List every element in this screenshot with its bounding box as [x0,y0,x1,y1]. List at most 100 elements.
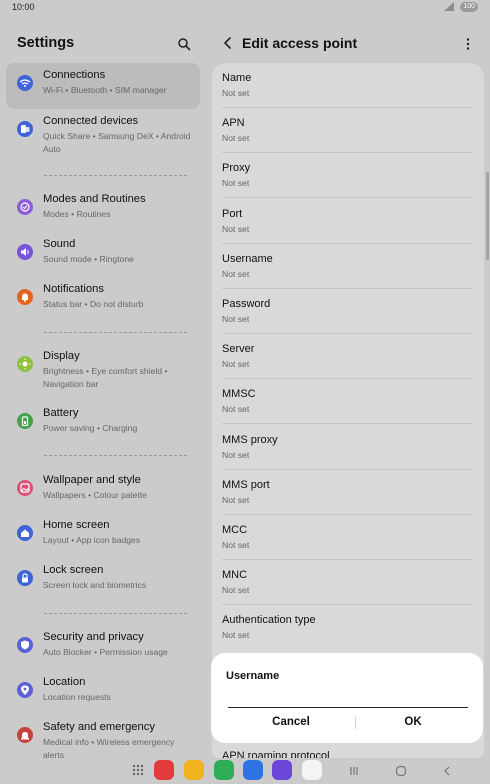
settings-item-subtitle: Layout • App icon badges [43,535,141,545]
apn-field-proxy[interactable]: Proxy Not set [222,162,472,188]
settings-item-battery[interactable]: Battery Power saving • Charging [6,401,200,439]
home-button-icon[interactable] [394,764,408,778]
field-separator [222,197,472,199]
wifi-icon [17,75,33,91]
field-value: Not set [222,630,250,641]
cancel-button[interactable]: Cancel [241,714,341,730]
apn-field-mmsc[interactable]: MMSC Not set [222,388,472,414]
apn-field-mms-proxy[interactable]: MMS proxy Not set [222,434,472,460]
status-time: 10:00 [12,2,35,12]
apn-field-authentication-type[interactable]: Authentication type Not set [222,614,472,640]
back-arrow-icon[interactable] [222,36,234,50]
button-divider [355,717,356,729]
ok-button[interactable]: OK [363,714,463,730]
phone-icon[interactable] [214,760,234,780]
app-drawer-icon[interactable] [128,760,148,780]
field-value: Not set [222,88,250,98]
more-options-icon[interactable] [464,37,472,51]
back-button-icon[interactable] [440,764,454,778]
apn-field-mcc[interactable]: MCC Not set [222,524,472,550]
field-label: MCC [222,524,248,536]
field-value: Not set [222,223,250,234]
location-icon [17,682,33,698]
settings-item-notifications[interactable]: Notifications Status bar • Do not disturb [6,277,200,315]
field-separator [222,604,472,606]
flipboard-icon[interactable] [154,760,174,780]
field-value: Not set [222,494,250,505]
devices-icon [17,121,33,137]
settings-item-subtitle: Sound mode • Ringtone [43,254,134,264]
my-files-icon[interactable] [184,760,204,780]
field-label: Name [222,72,252,84]
sound-icon [17,244,33,260]
field-separator [222,242,472,244]
apn-field-server[interactable]: Server Not set [222,343,472,369]
field-value: Not set [222,314,250,324]
field-label: Proxy [222,162,251,175]
apn-field-username[interactable]: Username Not set [222,253,472,279]
settings-item-connected-devices[interactable]: Connected devices Quick Share • Samsung D… [6,109,200,163]
field-label: Port [222,207,243,220]
settings-item-lock-screen[interactable]: Lock screen Screen lock and biometrics [6,558,200,596]
settings-item-title: Battery [43,407,79,419]
settings-item-connections[interactable]: Connections Wi-Fi • Bluetooth • SIM manag… [6,63,200,109]
apn-field-mms-port[interactable]: MMS port Not set [222,479,472,505]
apn-field-apn[interactable]: APN Not set [222,117,472,143]
settings-item-title: Connections [43,69,106,81]
field-separator [222,333,472,334]
field-separator [222,423,472,425]
settings-item-security-and-privacy[interactable]: Security and privacy Auto Blocker • Permi… [6,625,200,663]
bell-icon [17,289,33,305]
field-label: Password [222,298,271,310]
section-divider [44,455,187,456]
settings-item-modes-and-routines[interactable]: Modes and Routines Modes • Routines [6,187,200,225]
home-icon [17,525,33,541]
settings-item-subtitle: Quick Share • Samsung DeX • Android Auto [43,131,191,154]
settings-item-location[interactable]: Location Location requests [6,670,200,708]
field-separator [222,468,472,470]
settings-item-subtitle: Location requests [43,692,111,702]
shield-icon [17,637,33,653]
settings-item-title: Home screen [43,519,110,531]
settings-item-title: Security and privacy [43,631,144,643]
field-separator [222,513,472,515]
apn-field-roaming-protocol[interactable]: APN roaming protocol [222,750,472,758]
emergency-icon [17,727,33,743]
messages-icon[interactable] [243,760,263,780]
settings-item-title: Safety and emergency [43,721,155,733]
settings-item-sound[interactable]: Sound Sound mode • Ringtone [6,232,200,270]
settings-item-title: Wallpaper and style [43,474,141,486]
settings-item-display[interactable]: Display Brightness • Eye comfort shield •… [6,344,200,398]
settings-item-subtitle: Power saving • Charging [43,423,138,433]
field-label: APN roaming protocol [222,750,330,758]
field-value: Not set [222,585,250,596]
search-icon[interactable] [177,37,191,51]
apn-field-name[interactable]: Name Not set [222,72,472,98]
field-separator [222,107,472,108]
field-value: Not set [222,449,250,460]
field-label: Authentication type [222,614,316,627]
settings-item-subtitle: Medical info • Wireless emergency alerts [43,737,175,758]
camera-icon[interactable] [302,760,322,780]
internet-icon[interactable] [272,760,292,780]
scrollbar[interactable] [486,172,489,260]
recents-icon[interactable] [347,764,361,778]
settings-item-safety-and-emergency[interactable]: Safety and emergency Medical info • Wirel… [6,715,200,758]
apn-field-password[interactable]: Password Not set [222,298,472,324]
field-separator [222,152,472,154]
settings-item-wallpaper-and-style[interactable]: Wallpaper and style Wallpapers • Colour p… [6,468,200,506]
field-label: MNC [222,569,248,582]
field-value: Not set [222,359,250,370]
navigation-bar [0,758,490,784]
username-input[interactable] [228,681,468,708]
settings-item-subtitle: Auto Blocker • Permission usage [43,647,168,657]
field-label: Server [222,343,255,356]
settings-item-title: Connected devices [43,115,139,127]
field-value: Not set [222,404,250,415]
field-separator [222,378,472,380]
apn-field-mnc[interactable]: MNC Not set [222,569,472,595]
apn-field-port[interactable]: Port Not set [222,208,472,234]
settings-item-subtitle: Status bar • Do not disturb [43,299,144,309]
lock-icon [17,570,33,586]
settings-item-home-screen[interactable]: Home screen Layout • App icon badges [6,513,200,551]
